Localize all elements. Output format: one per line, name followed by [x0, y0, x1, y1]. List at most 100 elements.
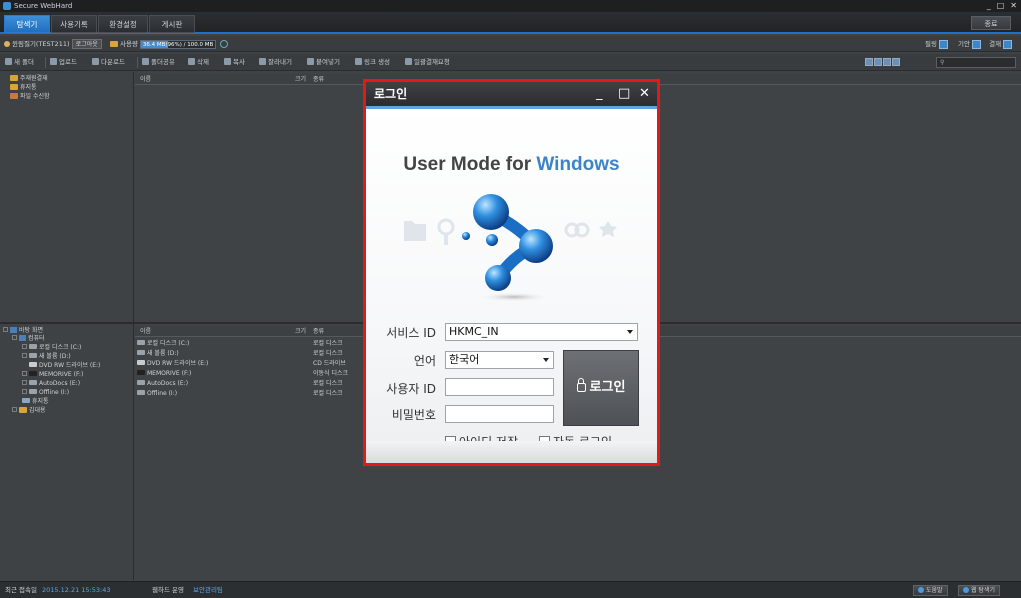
search-input[interactable]: ⚲	[936, 57, 1016, 68]
tree-item-expat-approval[interactable]: 주재원결재	[10, 75, 48, 83]
desktop-icon	[10, 327, 17, 333]
user-folder-icon	[19, 407, 27, 413]
collapse-icon[interactable]	[3, 327, 8, 332]
usage-label: 사용량	[120, 40, 138, 48]
filing-icon[interactable]	[938, 39, 948, 49]
local-folder-tree: 바탕 화면 컴퓨터 로컬 디스크 (C:) 새 볼륨 (D:) DVD RW 드…	[0, 324, 134, 580]
col-name[interactable]: 이름	[140, 74, 151, 85]
app-icon	[3, 2, 11, 10]
tree-item-recycle[interactable]: 휴지통	[22, 398, 49, 406]
tree-item-dvd[interactable]: DVD RW 드라이브 (E:)	[29, 362, 100, 370]
col-type[interactable]: 종류	[313, 326, 324, 337]
tree-item-trash[interactable]: 휴지통	[10, 84, 37, 92]
view-icon-3[interactable]	[883, 58, 891, 66]
expand-icon[interactable]	[22, 389, 27, 394]
expand-icon[interactable]	[12, 407, 17, 412]
dialog-minimize-button[interactable]: _	[596, 82, 603, 106]
window-minimize-button[interactable]: _	[987, 0, 991, 12]
tree-item-memorive[interactable]: MEMORIVE (F:)	[22, 371, 83, 379]
share-folder-button[interactable]: 폴더공유	[142, 54, 175, 71]
language-select[interactable]: 한국어	[445, 351, 554, 369]
dialog-footer	[366, 441, 657, 463]
tree-item-desktop[interactable]: 바탕 화면	[3, 327, 43, 335]
collapse-icon[interactable]	[12, 335, 17, 340]
copy-button[interactable]: 복사	[224, 54, 245, 71]
drive-icon	[29, 389, 37, 394]
delete-button[interactable]: 삭제	[188, 54, 209, 71]
col-size[interactable]: 크기	[295, 326, 306, 337]
search-icon: ⚲	[940, 59, 945, 66]
dialog-maximize-button[interactable]: □	[618, 82, 630, 106]
create-link-button[interactable]: 링크 생성	[355, 54, 390, 71]
approval-links: 필링 기안 결재	[925, 36, 1013, 52]
drive-icon	[137, 340, 145, 345]
exit-button[interactable]: 종료	[971, 16, 1011, 30]
usage-info: 사용량 36.4 MB(96%) / 100.0 MB	[110, 36, 229, 52]
col-type[interactable]: 종류	[313, 74, 324, 85]
password-label: 비밀번호	[391, 408, 436, 422]
service-id-value: HKMC_IN	[449, 325, 499, 338]
link-filing[interactable]: 필링	[925, 40, 937, 48]
refresh-icon[interactable]	[220, 40, 229, 48]
tree-item-computer[interactable]: 컴퓨터	[12, 335, 45, 343]
view-icon-4[interactable]	[892, 58, 900, 66]
dropdown-arrow-icon	[543, 358, 549, 362]
window-maximize-button[interactable]: □	[997, 0, 1005, 12]
link-approval[interactable]: 결재	[989, 40, 1001, 48]
login-button[interactable]: 로그인	[563, 350, 639, 426]
tree-item-offline[interactable]: Offline (I:)	[22, 389, 69, 397]
row-type: CD 드라이브	[313, 360, 346, 367]
download-button[interactable]: 다운로드	[92, 54, 125, 71]
drive-icon	[137, 390, 145, 395]
dialog-body: User Mode for Windows 서비스 ID HKMC_IN 언어 …	[366, 106, 657, 463]
tree-label: 바탕 화면	[19, 327, 43, 334]
user-info-bar: 윈림질기(TEST211) 로그아웃 사용량 36.4 MB(96%) / 10…	[0, 36, 1021, 52]
service-id-select[interactable]: HKMC_IN	[445, 323, 638, 341]
draft-icon[interactable]	[972, 39, 982, 49]
expand-icon[interactable]	[22, 371, 27, 376]
help-button[interactable]: 도움말	[913, 585, 948, 596]
approval-icon[interactable]	[1003, 39, 1013, 49]
new-folder-button[interactable]: 새 폴더	[5, 54, 34, 71]
tab-board[interactable]: 게시판	[149, 15, 195, 33]
window-title: Secure WebHard	[14, 2, 73, 10]
remote-folder-tree: 주재원결재 휴지통 파일 수신함	[0, 72, 134, 322]
tab-settings[interactable]: 환경설정	[98, 15, 148, 33]
paste-button[interactable]: 붙여넣기	[307, 54, 340, 71]
login-button-label: 로그인	[589, 380, 626, 395]
tab-history[interactable]: 사용기록	[51, 15, 97, 33]
password-input[interactable]	[445, 405, 554, 423]
expand-icon[interactable]	[22, 353, 27, 358]
col-size[interactable]: 크기	[295, 74, 306, 85]
row-name: 새 볼륨 (D:)	[147, 350, 179, 357]
expand-icon[interactable]	[22, 380, 27, 385]
dialog-close-button[interactable]: ✕	[639, 82, 650, 106]
user-id-input[interactable]	[445, 378, 554, 396]
col-name[interactable]: 이름	[140, 326, 151, 337]
window-close-button[interactable]: ✕	[1010, 0, 1017, 12]
view-icon-1[interactable]	[865, 58, 873, 66]
tree-item-user[interactable]: 김대용	[12, 407, 46, 415]
view-icon-2[interactable]	[874, 58, 882, 66]
dropdown-arrow-icon	[627, 330, 633, 334]
row-name: DVD RW 드라이브 (E:)	[147, 360, 209, 367]
upload-button[interactable]: 업로드	[50, 54, 77, 71]
row-type: 로컬 디스크	[313, 390, 343, 397]
web-explorer-button[interactable]: 웹 탐색기	[958, 585, 1000, 596]
webhard-value[interactable]: 보안관리팀	[193, 582, 223, 598]
inbox-icon	[10, 93, 18, 99]
cut-button[interactable]: 잘라내기	[259, 54, 292, 71]
link-draft[interactable]: 기안	[958, 40, 970, 48]
expand-icon[interactable]	[22, 344, 27, 349]
tree-item-inbox[interactable]: 파일 수신함	[10, 93, 50, 101]
tab-explorer[interactable]: 탐색기	[4, 15, 50, 33]
tree-item-drive-c[interactable]: 로컬 디스크 (C:)	[22, 344, 81, 352]
batch-approval-button[interactable]: 일괄결재요청	[405, 54, 450, 71]
tree-item-autodocs[interactable]: AutoDocs (E:)	[22, 380, 80, 388]
view-mode-buttons	[865, 58, 900, 66]
main-menubar: 탐색기 사용기록 환경설정 게시판 종료	[0, 12, 1021, 34]
tree-item-drive-d[interactable]: 새 볼륨 (D:)	[22, 353, 71, 361]
dialog-title: 로그인	[366, 82, 657, 106]
logout-button[interactable]: 로그아웃	[71, 39, 102, 49]
tree-label: 휴지통	[32, 398, 49, 405]
